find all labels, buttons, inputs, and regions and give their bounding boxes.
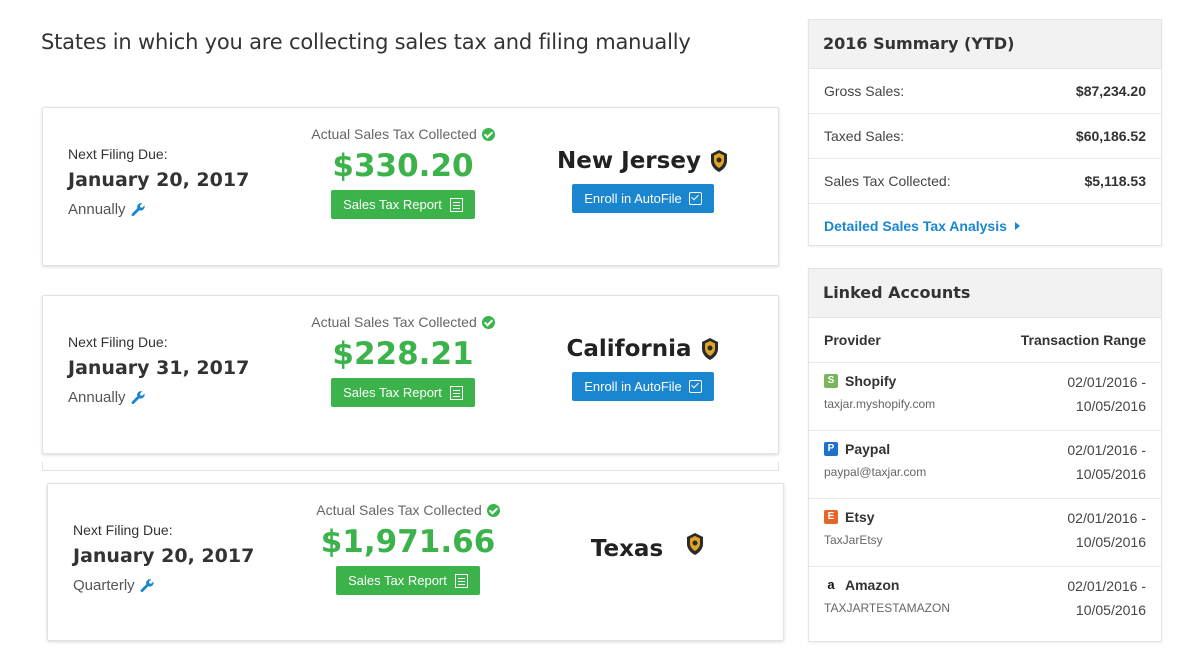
wrench-icon[interactable]: [130, 390, 146, 406]
provider-column-header: Provider: [824, 332, 881, 348]
state-name: California: [566, 336, 719, 362]
collected-label: Actual Sales Tax Collected: [316, 502, 500, 518]
state-name: Texas: [590, 533, 705, 562]
report-button-label: Sales Tax Report: [343, 385, 442, 400]
collected-label: Actual Sales Tax Collected: [311, 126, 495, 142]
summary-label: Taxed Sales:: [824, 128, 905, 144]
collected-label: Actual Sales Tax Collected: [311, 314, 495, 330]
state-seal-icon: [687, 533, 704, 555]
frequency-setting[interactable]: Annually: [68, 389, 249, 406]
due-date: January 20, 2017: [73, 545, 255, 567]
due-label: Next Filing Due:: [68, 146, 168, 162]
due-date: January 20, 2017: [68, 169, 250, 191]
state-name-text: California: [566, 336, 692, 362]
account-id: TAXJARTESTAMAZON: [824, 601, 951, 615]
etsy-icon: E: [824, 510, 838, 524]
range-end: 10/05/2016: [1075, 602, 1146, 618]
account-row-paypal[interactable]: P Paypal paypal@taxjar.com 02/01/2016 - …: [809, 431, 1161, 499]
collected-label-text: Actual Sales Tax Collected: [311, 314, 477, 330]
summary-value: $60,186.52: [1075, 128, 1146, 144]
card-divider: [42, 462, 779, 471]
enroll-autofile-button[interactable]: Enroll in AutoFile: [572, 184, 714, 213]
check-square-icon: [688, 380, 702, 393]
report-button-label: Sales Tax Report: [348, 573, 447, 588]
account-row-shopify[interactable]: S Shopify taxjar.myshopify.com 02/01/201…: [809, 363, 1161, 431]
due-label: Next Filing Due:: [68, 334, 168, 350]
document-icon: [454, 573, 468, 588]
state-seal-icon: [710, 150, 727, 172]
document-icon: [449, 197, 463, 212]
linked-accounts-header: Provider Transaction Range: [809, 318, 1161, 363]
due-date: January 31, 2017: [68, 357, 250, 379]
provider-name: Paypal: [845, 441, 891, 457]
state-name-text: New Jersey: [557, 148, 701, 174]
tax-amount: $228.21: [332, 336, 474, 372]
page-title: States in which you are collecting sales…: [41, 30, 691, 54]
frequency-setting[interactable]: Annually: [68, 201, 249, 218]
range-start: 02/01/2016 -: [1067, 510, 1146, 526]
sales-tax-report-button[interactable]: Sales Tax Report: [331, 378, 475, 407]
account-id: paypal@taxjar.com: [824, 465, 927, 479]
summary-title: 2016 Summary (YTD): [809, 20, 1161, 69]
check-circle-icon: [481, 315, 495, 329]
collected-label-text: Actual Sales Tax Collected: [316, 502, 482, 518]
summary-row-collected: Sales Tax Collected: $5,118.53: [809, 159, 1161, 204]
autofile-button-label: Enroll in AutoFile: [584, 379, 682, 394]
summary-row-taxed: Taxed Sales: $60,186.52: [809, 114, 1161, 159]
linked-accounts-title: Linked Accounts: [809, 269, 1161, 318]
check-circle-icon: [486, 503, 500, 517]
amazon-icon: a: [824, 578, 838, 592]
document-icon: [449, 385, 463, 400]
summary-label: Sales Tax Collected:: [824, 173, 951, 189]
range-start: 02/01/2016 -: [1067, 374, 1146, 390]
summary-value: $5,118.53: [1084, 173, 1146, 189]
frequency-label: Annually: [68, 201, 126, 218]
analysis-link-label: Detailed Sales Tax Analysis: [824, 218, 1007, 234]
account-id: taxjar.myshopify.com: [824, 397, 936, 411]
range-end: 10/05/2016: [1075, 398, 1146, 414]
frequency-label: Annually: [68, 389, 126, 406]
frequency-setting[interactable]: Quarterly: [73, 577, 254, 594]
sales-tax-report-button[interactable]: Sales Tax Report: [331, 190, 475, 219]
state-card-california: Next Filing Due: January 31, 2017 Annual…: [42, 295, 779, 454]
enroll-autofile-button[interactable]: Enroll in AutoFile: [572, 372, 714, 401]
summary-panel: 2016 Summary (YTD) Gross Sales: $87,234.…: [808, 19, 1162, 246]
wrench-icon[interactable]: [139, 578, 155, 594]
account-id: TaxJarEtsy: [824, 533, 883, 547]
range-start: 02/01/2016 -: [1067, 442, 1146, 458]
provider-name: Etsy: [845, 509, 875, 525]
due-label: Next Filing Due:: [73, 522, 173, 538]
linked-accounts-panel: Linked Accounts Provider Transaction Ran…: [808, 268, 1162, 642]
check-circle-icon: [481, 127, 495, 141]
report-button-label: Sales Tax Report: [343, 197, 442, 212]
frequency-label: Quarterly: [73, 577, 135, 594]
tax-amount: $330.20: [332, 148, 474, 184]
provider-name: Amazon: [845, 577, 900, 593]
state-card-new-jersey: Next Filing Due: January 20, 2017 Annual…: [42, 107, 779, 266]
range-start: 02/01/2016 -: [1067, 578, 1146, 594]
account-row-amazon[interactable]: a Amazon TAXJARTESTAMAZON 02/01/2016 - 1…: [809, 567, 1161, 634]
shopify-icon: S: [824, 374, 838, 388]
state-name-text: Texas: [590, 536, 664, 562]
caret-right-icon: [1014, 222, 1020, 230]
summary-row-gross: Gross Sales: $87,234.20: [809, 69, 1161, 114]
provider-name: Shopify: [845, 373, 897, 389]
state-name: New Jersey: [557, 148, 729, 174]
tax-amount: $1,971.66: [320, 524, 496, 560]
range-column-header: Transaction Range: [1020, 332, 1146, 348]
detailed-analysis-link[interactable]: Detailed Sales Tax Analysis: [809, 204, 1161, 248]
autofile-button-label: Enroll in AutoFile: [584, 191, 682, 206]
state-seal-icon: [701, 338, 718, 360]
check-square-icon: [688, 192, 702, 205]
sales-tax-report-button[interactable]: Sales Tax Report: [336, 566, 480, 595]
wrench-icon[interactable]: [130, 202, 146, 218]
range-end: 10/05/2016: [1075, 466, 1146, 482]
range-end: 10/05/2016: [1075, 534, 1146, 550]
summary-value: $87,234.20: [1075, 83, 1146, 99]
paypal-icon: P: [824, 442, 838, 456]
collected-label-text: Actual Sales Tax Collected: [311, 126, 477, 142]
account-row-etsy[interactable]: E Etsy TaxJarEtsy 02/01/2016 - 10/05/201…: [809, 499, 1161, 567]
summary-label: Gross Sales:: [824, 83, 905, 99]
state-card-texas: Next Filing Due: January 20, 2017 Quarte…: [47, 483, 784, 641]
